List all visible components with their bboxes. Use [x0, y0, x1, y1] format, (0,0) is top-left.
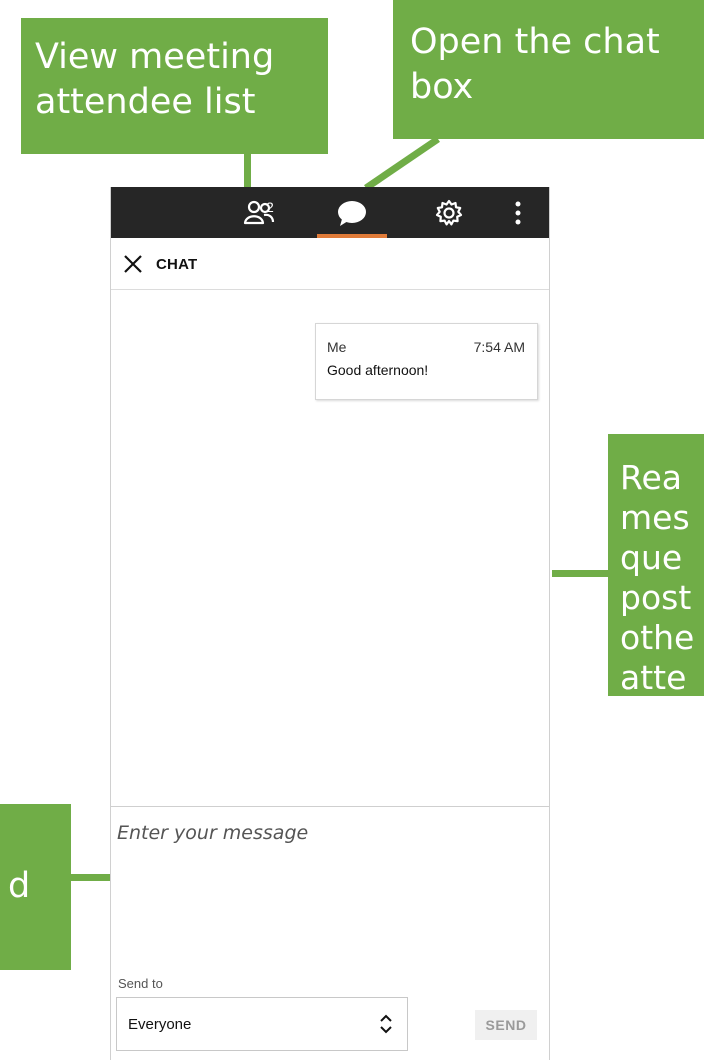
chat-panel: 2 CHAT Me 7:54 AM Good afternoon! Enter … [110, 187, 550, 1060]
chat-bubble-icon [338, 200, 366, 226]
send-button[interactable]: SEND [475, 1010, 537, 1040]
callout-line: que [620, 538, 683, 577]
callout-line: View meeting [35, 37, 275, 77]
chat-title: CHAT [156, 256, 198, 273]
callout-line: Rea [620, 458, 682, 497]
callout-connector [244, 154, 251, 190]
callout-connector [71, 874, 111, 881]
message-timestamp: 7:54 AM [473, 339, 525, 355]
chat-header: CHAT [111, 238, 549, 290]
callout-line: othe [620, 618, 695, 657]
callout-line: atte [620, 658, 687, 696]
callout-view-attendees: View meeting attendee list [21, 18, 328, 154]
message-sender: Me [327, 339, 347, 355]
recipient-value: Everyone [128, 1016, 192, 1033]
callout-connector [552, 570, 608, 577]
callout-line: d [8, 866, 31, 906]
settings-button[interactable] [429, 187, 469, 238]
callout-line: box [410, 67, 474, 107]
close-icon[interactable] [121, 252, 145, 276]
callout-line: attendee list [35, 82, 256, 122]
attendees-button[interactable] [229, 187, 289, 238]
more-vertical-icon [515, 201, 521, 224]
callout-line: mes [620, 498, 690, 537]
more-options-button[interactable] [503, 187, 533, 238]
callout-send-message: d [0, 804, 71, 970]
message-list[interactable]: Me 7:54 AM Good afternoon! [111, 290, 549, 807]
meeting-toolbar: 2 [111, 187, 549, 238]
message-text: Good afternoon! [327, 362, 429, 378]
message-input[interactable] [111, 808, 547, 968]
callout-open-chat: Open the chat box [393, 0, 704, 139]
chat-tab-button[interactable] [317, 187, 387, 238]
send-to-label: Send to [118, 976, 163, 991]
callout-line: Open the chat [410, 22, 660, 62]
callout-read-messages: Rea mes que post othe atte [608, 434, 704, 696]
recipient-select[interactable]: Everyone [116, 997, 408, 1051]
callout-connector [364, 136, 440, 191]
callout-line: post [620, 578, 692, 617]
updown-arrows-icon [380, 1014, 392, 1034]
attendee-count-badge: 2 [266, 199, 274, 215]
gear-icon [435, 199, 463, 225]
message-item: Me 7:54 AM Good afternoon! [315, 323, 538, 400]
